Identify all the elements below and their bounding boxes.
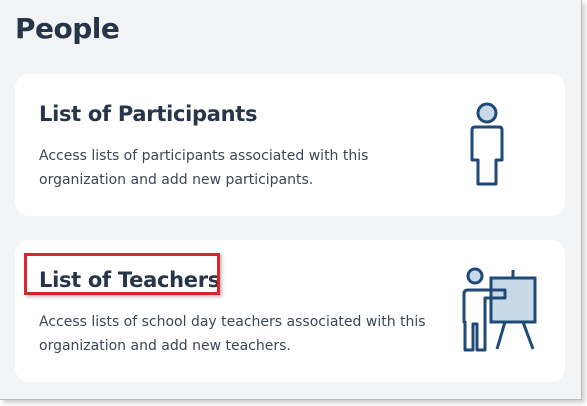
- participants-card-description: Access lists of participants associated …: [39, 148, 369, 188]
- participants-card-title[interactable]: List of Participants: [39, 102, 258, 126]
- teachers-card-title[interactable]: List of Teachers: [39, 268, 220, 292]
- person-icon: [470, 102, 504, 186]
- teacher-presenting-icon: [462, 267, 537, 352]
- page-title: People: [15, 12, 120, 45]
- people-panel: People List of Participants Access lists…: [0, 0, 582, 400]
- teachers-card-description: Access lists of school day teachers asso…: [39, 314, 426, 354]
